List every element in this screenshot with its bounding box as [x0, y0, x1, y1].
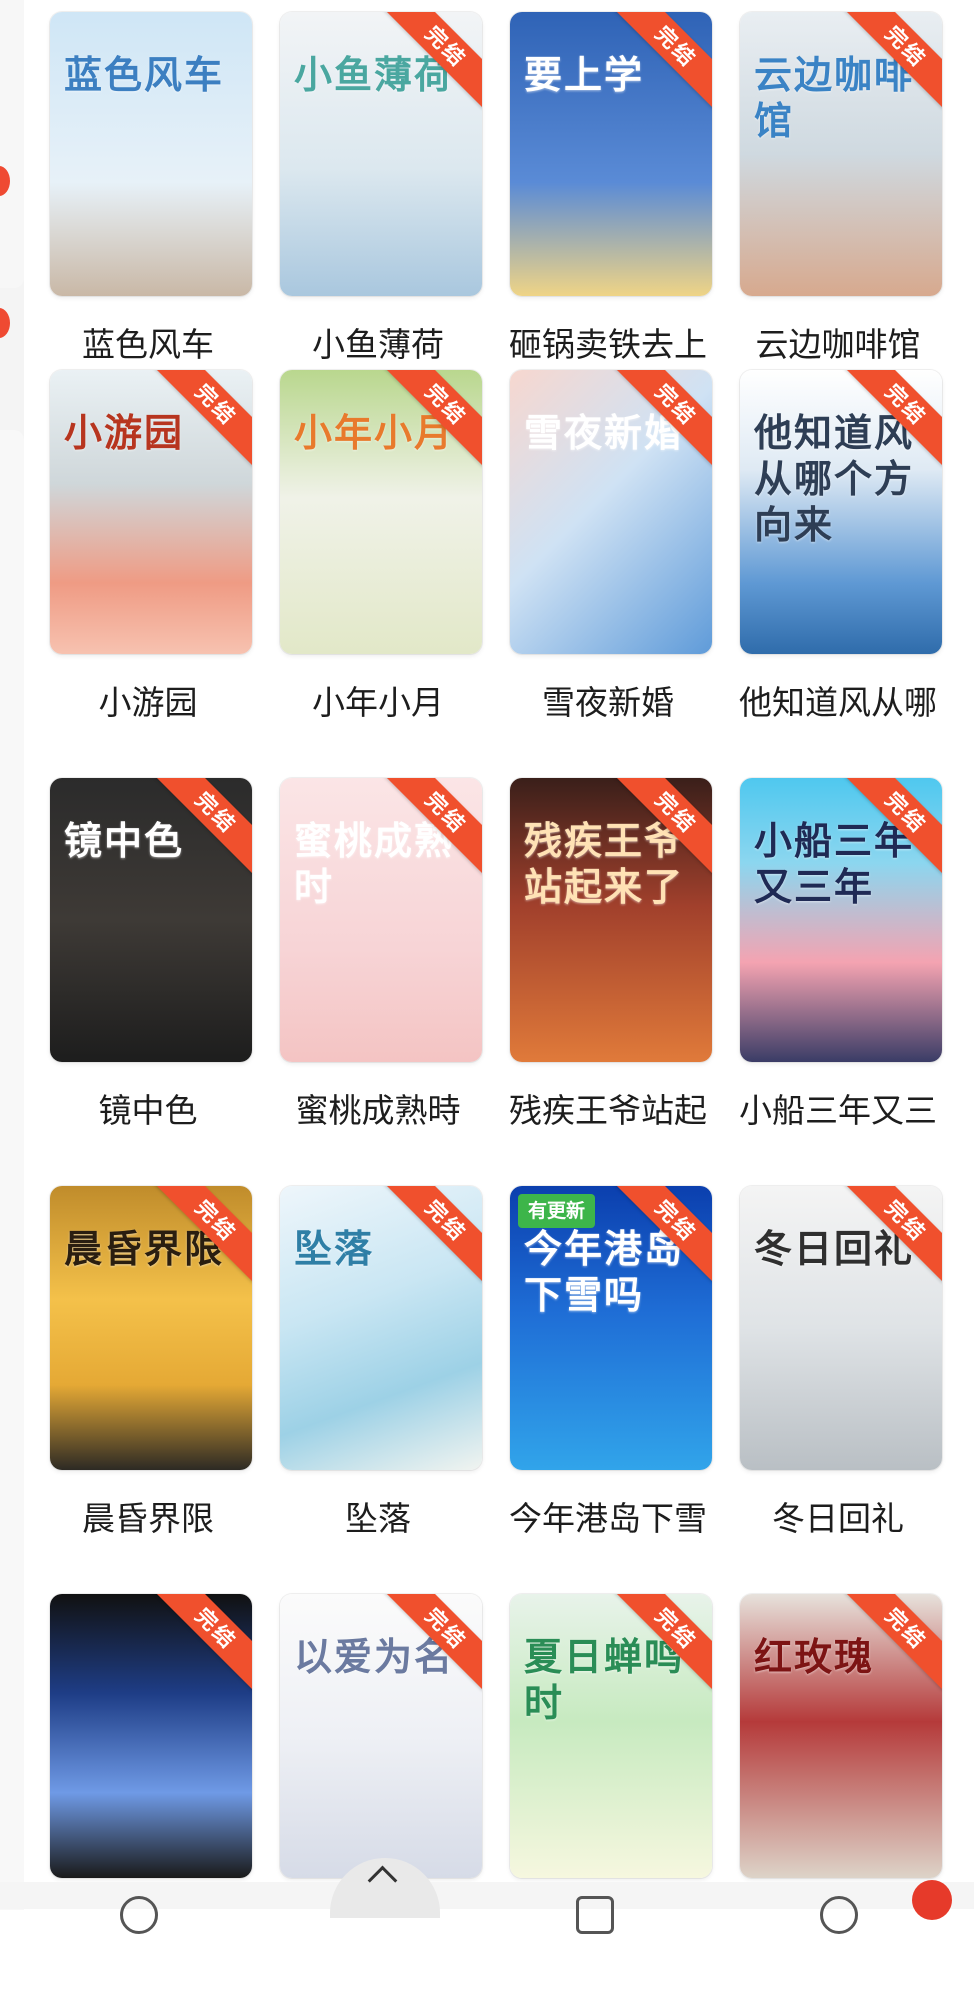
book-card[interactable]: 以爱为名 完结 [262, 1594, 494, 1994]
book-card[interactable]: 晨昏界限 完结晨昏界限 [32, 1186, 264, 1586]
book-card[interactable]: 坠落 完结 坠落 [262, 1186, 494, 1586]
update-badge: 有更新 [518, 1194, 596, 1228]
book-card[interactable]: 小船三年又三年 完结小船三年又三 [722, 778, 954, 1178]
profile-icon[interactable] [820, 1896, 858, 1934]
cover-title-text: 他知道风从哪个方向来 [754, 410, 915, 547]
book-card[interactable]: 小年小月 完结小年小月 [262, 370, 494, 770]
book-cover[interactable]: 晨昏界限 完结 [50, 1186, 252, 1470]
book-cover[interactable]: 小船三年又三年 完结 [740, 778, 942, 1062]
book-card[interactable]: 他知道风从哪个方向来 完结他知道风从哪 [722, 370, 954, 770]
book-cover[interactable]: 完结 [50, 1594, 252, 1878]
book-card[interactable]: 红玫瑰 完结 [722, 1594, 954, 1994]
book-cover[interactable]: 小年小月 完结 [280, 370, 482, 654]
chevron-up-icon [367, 1865, 398, 1896]
book-card[interactable]: 小游园 完结 小游园 [32, 370, 264, 770]
book-card[interactable]: 夏日蝉鸣时 完结 [492, 1594, 724, 1994]
book-title[interactable]: 小游园 [32, 676, 264, 724]
book-title[interactable]: 他知道风从哪 [722, 676, 954, 724]
book-cover[interactable]: 小鱼薄荷 完结 [280, 12, 482, 296]
book-cover[interactable]: 雪夜新婚 完结 [510, 370, 712, 654]
book-title[interactable]: 蜜桃成熟時 [262, 1084, 494, 1132]
book-title[interactable]: 冬日回礼 [722, 1492, 954, 1540]
cover-title-text: 蓝色风车 [64, 52, 225, 97]
book-card[interactable]: 要上学 完结砸锅卖铁去上 [492, 12, 724, 412]
book-cover[interactable]: 以爱为名 完结 [280, 1594, 482, 1878]
book-card[interactable]: 蜜桃成熟时 完结蜜桃成熟時 [262, 778, 494, 1178]
book-cover[interactable]: 蜜桃成熟时 完结 [280, 778, 482, 1062]
book-cover[interactable]: 要上学 完结 [510, 12, 712, 296]
book-cover[interactable]: 镜中色 完结 [50, 778, 252, 1062]
book-cover[interactable]: 红玫瑰 完结 [740, 1594, 942, 1878]
book-title[interactable]: 小年小月 [262, 676, 494, 724]
book-cover[interactable]: 坠落 完结 [280, 1186, 482, 1470]
book-card[interactable]: 冬日回礼 完结冬日回礼 [722, 1186, 954, 1586]
book-title[interactable]: 今年港岛下雪 [492, 1492, 724, 1540]
book-title[interactable]: 残疾王爷站起 [492, 1084, 724, 1132]
book-cover[interactable]: 冬日回礼 完结 [740, 1186, 942, 1470]
book-cover[interactable]: 云边咖啡馆 完结 [740, 12, 942, 296]
book-cover[interactable]: 他知道风从哪个方向来 完结 [740, 370, 942, 654]
book-cover[interactable]: 夏日蝉鸣时 完结 [510, 1594, 712, 1878]
book-cover[interactable]: 今年港岛下雪吗 完结 有更新 [510, 1186, 712, 1470]
book-card[interactable]: 云边咖啡馆 完结云边咖啡馆 [722, 12, 954, 412]
book-title[interactable]: 云边咖啡馆 [722, 318, 954, 366]
book-cover[interactable]: 蓝色风车 [50, 12, 252, 296]
book-card[interactable]: 雪夜新婚 完结雪夜新婚 [492, 370, 724, 770]
book-title[interactable]: 雪夜新婚 [492, 676, 724, 724]
bottom-nav [0, 1882, 974, 1934]
book-card[interactable]: 残疾王爷站起来了 完结残疾王爷站起 [492, 778, 724, 1178]
book-title[interactable]: 小船三年又三 [722, 1084, 954, 1132]
book-grid: 蓝色风车 蓝色风车 小鱼薄荷 完结 小鱼薄荷 要上学 完结 砸锅卖铁去上 云边咖啡馆 完结 云边咖啡… [0, 0, 974, 1909]
home-icon[interactable] [120, 1896, 158, 1934]
book-card[interactable]: 小鱼薄荷 完结小鱼薄荷 [262, 12, 494, 412]
book-cover[interactable]: 残疾王爷站起来了 完结 [510, 778, 712, 1062]
book-title[interactable]: 砸锅卖铁去上 [492, 318, 724, 366]
book-title[interactable]: 蓝色风车 [32, 318, 264, 366]
book-title[interactable]: 晨昏界限 [32, 1492, 264, 1540]
book-title[interactable]: 坠落 [262, 1492, 494, 1540]
bookshelf-icon[interactable] [576, 1896, 614, 1934]
book-card[interactable]: 完结 [32, 1594, 264, 1994]
notification-badge [912, 1880, 952, 1920]
book-cover[interactable]: 小游园 完结 [50, 370, 252, 654]
book-card[interactable]: 蓝色风车 蓝色风车 [32, 12, 264, 412]
book-card[interactable]: 镜中色 完结 镜中色 [32, 778, 264, 1178]
book-title[interactable]: 镜中色 [32, 1084, 264, 1132]
book-card[interactable]: 今年港岛下雪吗 完结 有更新今年港岛下雪 [492, 1186, 724, 1586]
book-title[interactable]: 小鱼薄荷 [262, 318, 494, 366]
